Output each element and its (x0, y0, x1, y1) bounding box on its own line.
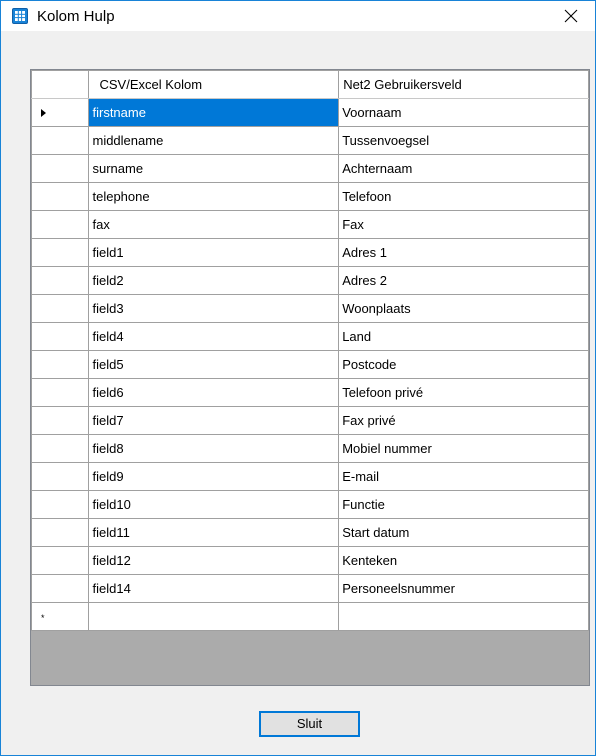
table-row[interactable]: field12 Kenteken (31, 546, 589, 575)
row-header[interactable] (31, 294, 90, 323)
table-row[interactable]: field11 Start datum (31, 518, 589, 547)
table-row[interactable]: surname Achternaam (31, 154, 589, 183)
cell-csv-column[interactable]: field2 (88, 266, 340, 295)
cell-net2-field[interactable]: Adres 2 (338, 266, 589, 295)
cell-net2-field[interactable]: Mobiel nummer (338, 434, 589, 463)
cell-net2-field[interactable]: Tussenvoegsel (338, 126, 589, 155)
row-header[interactable] (31, 182, 90, 211)
cell-csv-column[interactable] (88, 602, 340, 631)
table-row[interactable]: field3 Woonplaats (31, 294, 589, 323)
header-row: CSV/Excel Kolom Net2 Gebruikersveld (31, 70, 589, 99)
row-header[interactable] (31, 378, 90, 407)
cell-net2-field[interactable]: Fax privé (338, 406, 589, 435)
cell-csv-column[interactable]: field11 (88, 518, 340, 547)
cell-net2-field[interactable] (338, 602, 589, 631)
table-row[interactable]: firstname Voornaam (31, 98, 589, 127)
cell-net2-field[interactable]: Postcode (338, 350, 589, 379)
cell-csv-column[interactable]: fax (88, 210, 340, 239)
cell-net2-field[interactable]: Functie (338, 490, 589, 519)
new-row[interactable]: * (31, 602, 589, 631)
window-title: Kolom Hulp (37, 8, 115, 25)
cell-net2-field[interactable]: Telefoon privé (338, 378, 589, 407)
cell-csv-column[interactable]: field7 (88, 406, 340, 435)
cell-csv-column[interactable]: firstname (88, 98, 340, 127)
row-header-corner (31, 70, 90, 99)
row-header[interactable] (31, 434, 90, 463)
table-row[interactable]: middlename Tussenvoegsel (31, 126, 589, 155)
title-bar[interactable]: Kolom Hulp (1, 1, 595, 31)
table-row[interactable]: field6 Telefoon privé (31, 378, 589, 407)
cell-net2-field[interactable]: Adres 1 (338, 238, 589, 267)
close-dialog-button[interactable]: Sluit (259, 711, 360, 737)
cell-net2-field[interactable]: Voornaam (338, 98, 589, 127)
row-header[interactable] (31, 462, 90, 491)
cell-csv-column[interactable]: field6 (88, 378, 340, 407)
close-icon (564, 9, 578, 23)
table-grid-icon (12, 8, 28, 24)
data-grid[interactable]: CSV/Excel Kolom Net2 Gebruikersveld firs… (30, 69, 590, 686)
cell-csv-column[interactable]: field5 (88, 350, 340, 379)
current-row-arrow-icon (41, 109, 46, 117)
mapping-table: CSV/Excel Kolom Net2 Gebruikersveld firs… (31, 70, 589, 631)
row-header[interactable] (31, 266, 90, 295)
row-header[interactable] (31, 350, 90, 379)
table-row[interactable]: field5 Postcode (31, 350, 589, 379)
row-header[interactable] (31, 126, 90, 155)
table-row[interactable]: field14 Personeelsnummer (31, 574, 589, 603)
cell-csv-column[interactable]: surname (88, 154, 340, 183)
cell-csv-column[interactable]: field8 (88, 434, 340, 463)
table-row[interactable]: field4 Land (31, 322, 589, 351)
column-header-csv[interactable]: CSV/Excel Kolom (88, 70, 340, 99)
cell-csv-column[interactable]: field12 (88, 546, 340, 575)
cell-net2-field[interactable]: Fax (338, 210, 589, 239)
row-header[interactable] (31, 322, 90, 351)
cell-csv-column[interactable]: field3 (88, 294, 340, 323)
table-row[interactable]: field1 Adres 1 (31, 238, 589, 267)
table-row[interactable]: fax Fax (31, 210, 589, 239)
column-header-net2[interactable]: Net2 Gebruikersveld (338, 70, 589, 99)
row-header[interactable] (31, 210, 90, 239)
dialog-window: Kolom Hulp CSV/Excel Kolom Net2 Gebruike… (0, 0, 596, 756)
new-row-icon: * (41, 613, 45, 623)
table-row[interactable]: telephone Telefoon (31, 182, 589, 211)
cell-net2-field[interactable]: Telefoon (338, 182, 589, 211)
row-header[interactable] (31, 490, 90, 519)
cell-net2-field[interactable]: Start datum (338, 518, 589, 547)
cell-csv-column[interactable]: middlename (88, 126, 340, 155)
cell-csv-column[interactable]: telephone (88, 182, 340, 211)
row-header[interactable] (31, 406, 90, 435)
row-header[interactable] (31, 98, 90, 127)
row-header[interactable] (31, 574, 90, 603)
row-header[interactable] (31, 546, 90, 575)
row-header[interactable]: * (31, 602, 90, 631)
row-header[interactable] (31, 154, 90, 183)
row-header[interactable] (31, 518, 90, 547)
cell-csv-column[interactable]: field1 (88, 238, 340, 267)
cell-net2-field[interactable]: E-mail (338, 462, 589, 491)
cell-csv-column[interactable]: field4 (88, 322, 340, 351)
table-row[interactable]: field9 E-mail (31, 462, 589, 491)
cell-net2-field[interactable]: Kenteken (338, 546, 589, 575)
table-row[interactable]: field7 Fax privé (31, 406, 589, 435)
row-header[interactable] (31, 238, 90, 267)
cell-net2-field[interactable]: Land (338, 322, 589, 351)
cell-csv-column[interactable]: field14 (88, 574, 340, 603)
cell-csv-column[interactable]: field10 (88, 490, 340, 519)
close-button[interactable] (549, 1, 595, 31)
cell-csv-column[interactable]: field9 (88, 462, 340, 491)
cell-net2-field[interactable]: Achternaam (338, 154, 589, 183)
cell-net2-field[interactable]: Personeelsnummer (338, 574, 589, 603)
table-row[interactable]: field8 Mobiel nummer (31, 434, 589, 463)
table-row[interactable]: field2 Adres 2 (31, 266, 589, 295)
cell-net2-field[interactable]: Woonplaats (338, 294, 589, 323)
table-row[interactable]: field10 Functie (31, 490, 589, 519)
